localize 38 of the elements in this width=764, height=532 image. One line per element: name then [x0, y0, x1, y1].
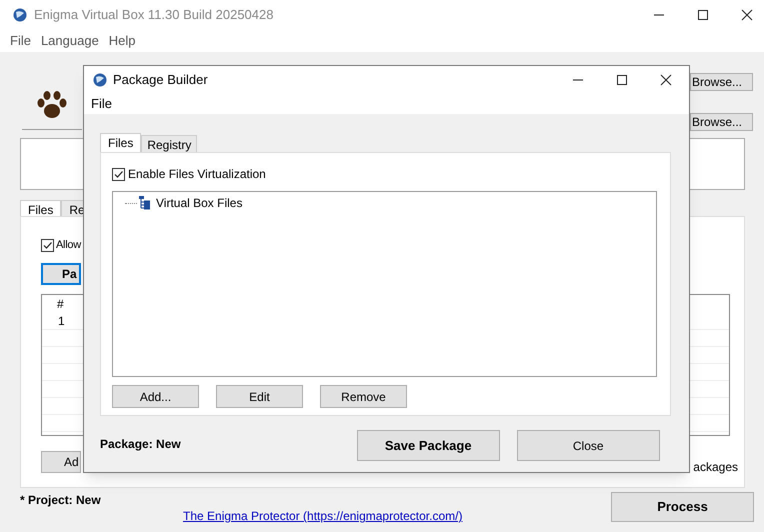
- maximize-icon[interactable]: [696, 8, 710, 22]
- close-button[interactable]: Close: [516, 430, 660, 461]
- tab[interactable]: Files: [100, 133, 142, 152]
- dialog-title: Package Builder: [113, 71, 208, 90]
- globe-icon: [13, 8, 27, 22]
- browse-button[interactable]: Browse...: [690, 113, 753, 131]
- tab[interactable]: Files: [20, 200, 62, 216]
- paw-icon: [36, 90, 68, 120]
- action-button[interactable]: Edit: [216, 385, 303, 408]
- checkbox[interactable]: [112, 168, 125, 180]
- tab[interactable]: Registry: [141, 135, 198, 152]
- column-header: #: [56, 296, 64, 312]
- action-button[interactable]: Add...: [112, 385, 199, 408]
- project-status: * Project: New: [20, 493, 102, 508]
- tree-item[interactable]: Virtual Box Files: [156, 194, 242, 212]
- package-button[interactable]: Pa: [41, 262, 81, 284]
- packages-label: ackages: [693, 458, 738, 476]
- menu-item[interactable]: Language: [40, 31, 99, 51]
- package-status: Package: New: [100, 436, 181, 453]
- close-icon[interactable]: [659, 73, 673, 87]
- window-title: Enigma Virtual Box 11.30 Build 20250428: [34, 6, 274, 24]
- checkbox-label: Enable Files Virtualization: [128, 166, 266, 183]
- process-button[interactable]: Process: [611, 492, 754, 522]
- website-link[interactable]: The Enigma Protector (https://enigmaprotector.com/): [183, 509, 462, 524]
- checkbox[interactable]: [41, 238, 54, 252]
- globe-icon: [93, 73, 107, 87]
- menu-item[interactable]: Help: [108, 31, 136, 51]
- list-add-button[interactable]: Ad: [41, 450, 81, 472]
- checkbox-label: Allow: [56, 238, 81, 253]
- save-package-button[interactable]: Save Package: [356, 430, 500, 461]
- maximize-icon[interactable]: [615, 73, 629, 87]
- close-icon[interactable]: [740, 8, 754, 22]
- menu-item[interactable]: File: [10, 31, 31, 51]
- tree-icon: [139, 196, 151, 210]
- menu-item[interactable]: File: [91, 94, 112, 114]
- browse-button[interactable]: Browse...: [690, 73, 753, 91]
- table-cell-text: 1: [57, 312, 65, 330]
- action-button[interactable]: Remove: [320, 385, 407, 408]
